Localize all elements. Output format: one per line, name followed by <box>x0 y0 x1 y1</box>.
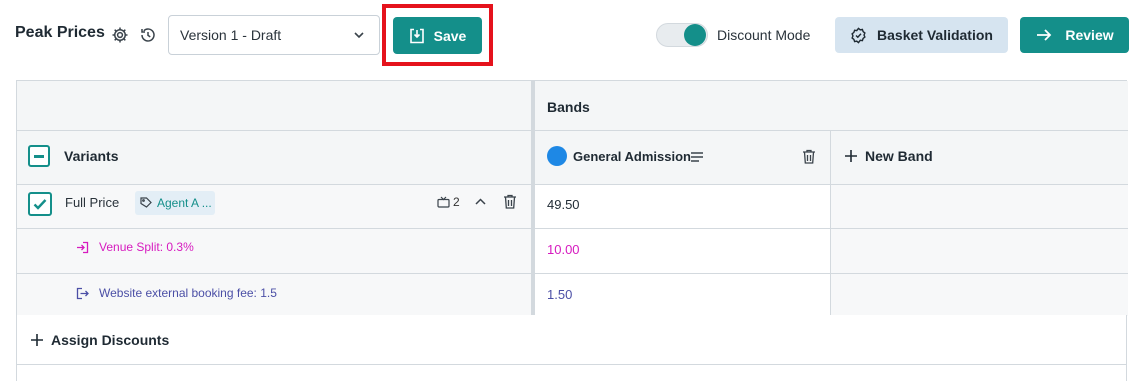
text-align-icon[interactable] <box>690 151 704 163</box>
band-color-dot <box>547 146 567 166</box>
agent-tag[interactable]: Agent A ... <box>135 191 215 215</box>
discount-mode-label: Discount Mode <box>717 27 811 43</box>
basket-validation-button[interactable]: Basket Validation <box>835 17 1008 53</box>
plus-icon <box>31 333 43 346</box>
assign-discounts-label: Assign Discounts <box>51 331 170 348</box>
bands-header: Bands <box>547 99 590 115</box>
column-divider[interactable] <box>532 81 535 316</box>
grid-corner-cell <box>17 81 532 131</box>
tv-icon <box>437 196 450 208</box>
sub-item-venue-split: Venue Split: 0.3% <box>76 240 194 254</box>
tag-icon <box>140 197 152 208</box>
save-button[interactable]: Save <box>393 17 482 54</box>
variant-checkbox[interactable] <box>28 192 52 216</box>
sub-item-value: 1.50 <box>547 287 573 302</box>
gear-icon[interactable] <box>111 26 129 44</box>
version-select-value: Version 1 - Draft <box>180 27 282 43</box>
channel-count-value: 2 <box>453 195 460 209</box>
price-value: 49.50 <box>547 197 580 212</box>
arrow-right-icon <box>1037 29 1052 41</box>
plus-icon <box>845 150 857 162</box>
history-icon[interactable] <box>139 26 157 44</box>
badge-check-icon <box>851 26 866 44</box>
review-button[interactable]: Review <box>1020 17 1129 53</box>
chevron-up-icon[interactable] <box>474 195 487 208</box>
sub-item-label: Website external booking fee: 1.5 <box>99 286 277 300</box>
minus-icon <box>34 154 44 158</box>
sub-item-booking-fee: Website external booking fee: 1.5 <box>76 286 277 300</box>
empty-cell <box>831 274 1128 316</box>
toggle-knob <box>684 24 706 46</box>
new-band-button[interactable]: New Band <box>844 148 933 164</box>
trash-icon[interactable] <box>802 149 816 164</box>
basket-validation-label: Basket Validation <box>877 27 993 43</box>
new-band-label: New Band <box>865 148 933 164</box>
review-button-label: Review <box>1065 27 1114 43</box>
band-name: General Admission <box>573 149 691 164</box>
toolbar: Peak Prices Version 1 - Draft Save Disco… <box>0 0 1143 70</box>
price-grid: Bands Variants General Admission New Ban… <box>16 80 1128 316</box>
logout-icon <box>76 287 89 299</box>
sub-item-value: 10.00 <box>547 242 580 257</box>
check-icon <box>33 199 47 210</box>
assign-discounts-button[interactable]: Assign Discounts <box>16 315 1127 365</box>
save-button-label: Save <box>433 27 467 44</box>
price-cell[interactable] <box>535 274 831 316</box>
empty-cell <box>831 185 1128 229</box>
variant-name: Full Price <box>65 195 120 210</box>
login-icon <box>77 241 89 253</box>
agent-tag-label: Agent A ... <box>157 196 212 210</box>
chevron-down-icon <box>354 32 364 39</box>
variants-select-all-checkbox[interactable] <box>28 145 50 167</box>
bands-header-cell <box>535 81 1128 131</box>
discount-mode-toggle[interactable] <box>656 23 708 47</box>
panel-continuation <box>16 365 1127 381</box>
sub-item-label: Venue Split: 0.3% <box>99 240 194 254</box>
version-select[interactable]: Version 1 - Draft <box>168 15 380 55</box>
save-icon <box>409 28 424 43</box>
trash-icon[interactable] <box>503 194 517 209</box>
empty-cell <box>831 229 1128 274</box>
page-title: Peak Prices <box>15 24 105 41</box>
variants-header: Variants <box>64 148 119 164</box>
channel-count[interactable]: 2 <box>437 195 460 209</box>
